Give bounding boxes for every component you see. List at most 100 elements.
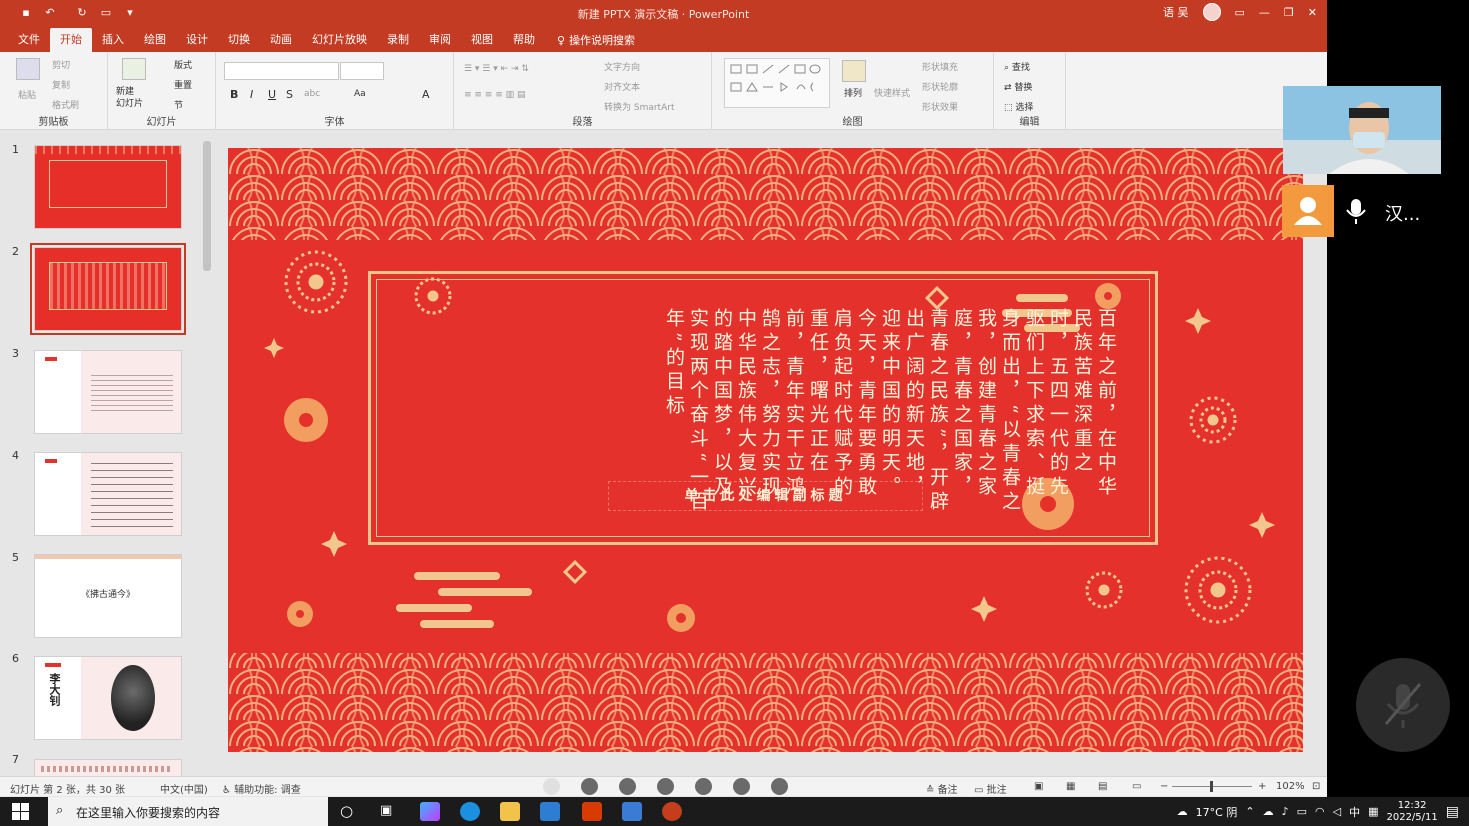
format-painter-button[interactable]: 格式刷: [52, 98, 79, 111]
taskbar-search[interactable]: ⌕ 在这里输入你要搜索的内容: [48, 797, 328, 826]
align-text-button[interactable]: 对齐文本: [604, 80, 640, 93]
call-page-dot[interactable]: [619, 778, 636, 795]
slide-thumbnail-selected[interactable]: [30, 243, 186, 335]
shadow-button[interactable]: abc: [304, 89, 320, 99]
shape-outline-button[interactable]: 形状轮廓: [922, 80, 958, 93]
weather-icon[interactable]: ☁: [1177, 805, 1188, 818]
scroll-thumb[interactable]: [203, 141, 211, 271]
battery-icon[interactable]: ▭: [1297, 805, 1307, 818]
tab-home[interactable]: 开始: [50, 28, 92, 52]
text-direction-button[interactable]: 文字方向: [604, 60, 640, 73]
cortana-icon[interactable]: ○: [340, 802, 353, 820]
file-explorer-icon[interactable]: [500, 802, 520, 821]
font-color-button[interactable]: A: [422, 88, 430, 101]
align-icons[interactable]: ≡ ≡ ≡ ≡ ▥ ▤: [464, 90, 525, 100]
ime-mode-icon[interactable]: ▦: [1368, 805, 1378, 818]
italic-button[interactable]: I: [250, 88, 253, 101]
clock[interactable]: 12:32 2022/5/11: [1386, 800, 1437, 824]
bold-button[interactable]: B: [230, 88, 238, 101]
tab-slideshow[interactable]: 幻灯片放映: [302, 28, 377, 52]
app-icon[interactable]: [420, 802, 440, 821]
thumbnail-scrollbar[interactable]: [201, 131, 213, 776]
powerpoint-icon[interactable]: [662, 802, 682, 821]
tab-transitions[interactable]: 切换: [218, 28, 260, 52]
change-case-button[interactable]: Aa: [354, 89, 366, 99]
sorter-view-icon[interactable]: ▦: [1066, 781, 1075, 792]
call-page-dot[interactable]: [733, 778, 750, 795]
windows-start-icon[interactable]: [12, 803, 29, 820]
cut-button[interactable]: 剪切: [52, 58, 70, 71]
tray-chevron-icon[interactable]: ⌃: [1245, 805, 1254, 818]
tab-record[interactable]: 录制: [377, 28, 419, 52]
layout-button[interactable]: 版式: [174, 58, 192, 71]
weather-text[interactable]: 17°C 阴: [1196, 804, 1238, 820]
zoom-out-icon[interactable]: −: [1160, 781, 1168, 792]
new-slide-icon[interactable]: [122, 58, 146, 80]
mute-button[interactable]: [1356, 658, 1450, 752]
call-page-dot[interactable]: [657, 778, 674, 795]
arrange-icon[interactable]: [842, 60, 866, 82]
arrange-button[interactable]: 排列: [844, 86, 862, 99]
mail-icon[interactable]: [540, 802, 560, 821]
tell-me-search[interactable]: ♀ 操作说明搜索: [545, 28, 635, 52]
slide-thumbnail[interactable]: 《拂古通今》: [34, 554, 182, 638]
language-indicator[interactable]: 中文(中国): [160, 781, 208, 796]
participant-avatar[interactable]: [1282, 185, 1334, 237]
slide-thumbnail[interactable]: [34, 350, 182, 434]
onedrive-icon[interactable]: ☁: [1263, 805, 1274, 818]
find-button[interactable]: ⌕ 查找: [1004, 60, 1030, 73]
office-icon[interactable]: [582, 802, 602, 821]
microphone-icon[interactable]: [1344, 197, 1368, 225]
tab-design[interactable]: 设计: [176, 28, 218, 52]
mic-tray-icon[interactable]: ♪: [1282, 805, 1289, 818]
slide-thumbnail[interactable]: [34, 452, 182, 536]
tab-file[interactable]: 文件: [8, 28, 50, 52]
tab-draw[interactable]: 绘图: [134, 28, 176, 52]
bullets-icon[interactable]: ☰ ▾ ☰ ▾ ⇤ ⇥ ⇅: [464, 64, 529, 74]
copy-button[interactable]: 复制: [52, 78, 70, 91]
call-page-dot[interactable]: [771, 778, 788, 795]
paste-button[interactable]: 粘贴: [18, 88, 36, 101]
photos-icon[interactable]: [622, 802, 642, 821]
slide-thumbnail[interactable]: 李大钊: [34, 656, 182, 740]
zoom-in-icon[interactable]: +: [1258, 781, 1266, 792]
call-page-dot[interactable]: [581, 778, 598, 795]
notes-button[interactable]: ≙ 备注: [926, 781, 958, 796]
strikethrough-button[interactable]: S: [286, 88, 293, 101]
slide-thumbnail[interactable]: [34, 759, 182, 776]
tab-insert[interactable]: 插入: [92, 28, 134, 52]
subtitle-placeholder[interactable]: 单击此处编辑副标题: [608, 481, 923, 511]
close-icon[interactable]: ✕: [1308, 6, 1317, 19]
new-slide-button[interactable]: 新建 幻灯片: [116, 86, 143, 110]
slideshow-view-icon[interactable]: ▭: [1132, 781, 1141, 792]
shapes-gallery[interactable]: [724, 58, 830, 108]
normal-view-icon[interactable]: ▣: [1034, 781, 1043, 792]
restore-icon[interactable]: ❐: [1284, 6, 1294, 19]
replace-button[interactable]: ⇄ 替换: [1004, 80, 1032, 93]
current-slide[interactable]: 百年之前，在中华民族苦难深重之时，五四一代的先驱们上下求索、挺身而出，“以青春之…: [228, 148, 1303, 752]
zoom-slider-thumb[interactable]: [1210, 781, 1213, 792]
task-view-icon[interactable]: ▣: [380, 803, 392, 818]
tab-view[interactable]: 视图: [461, 28, 503, 52]
section-button[interactable]: 节: [174, 98, 183, 111]
slide-thumbnail[interactable]: [34, 145, 182, 229]
wifi-icon[interactable]: ◠: [1315, 805, 1325, 818]
tab-review[interactable]: 审阅: [419, 28, 461, 52]
shape-effects-button[interactable]: 形状效果: [922, 100, 958, 113]
minimize-icon[interactable]: —: [1259, 6, 1270, 19]
accessibility-status[interactable]: ♿ 辅助功能: 调查: [222, 781, 301, 796]
reset-button[interactable]: 重置: [174, 78, 192, 91]
smartart-button[interactable]: 转换为 SmartArt: [604, 100, 674, 113]
tab-animations[interactable]: 动画: [260, 28, 302, 52]
select-button[interactable]: ⬚ 选择: [1004, 100, 1033, 113]
call-page-dot[interactable]: [543, 778, 560, 795]
quick-styles-button[interactable]: 快速样式: [874, 86, 910, 99]
fit-slide-icon[interactable]: ⊡: [1312, 781, 1320, 792]
tab-help[interactable]: 帮助: [503, 28, 545, 52]
comments-button[interactable]: ▭ 批注: [974, 781, 1007, 796]
avatar[interactable]: [1202, 3, 1221, 21]
volume-icon[interactable]: ◁: [1333, 805, 1341, 818]
paste-icon[interactable]: [16, 58, 40, 80]
font-size-box[interactable]: [340, 62, 384, 80]
reading-view-icon[interactable]: ▤: [1098, 781, 1107, 792]
